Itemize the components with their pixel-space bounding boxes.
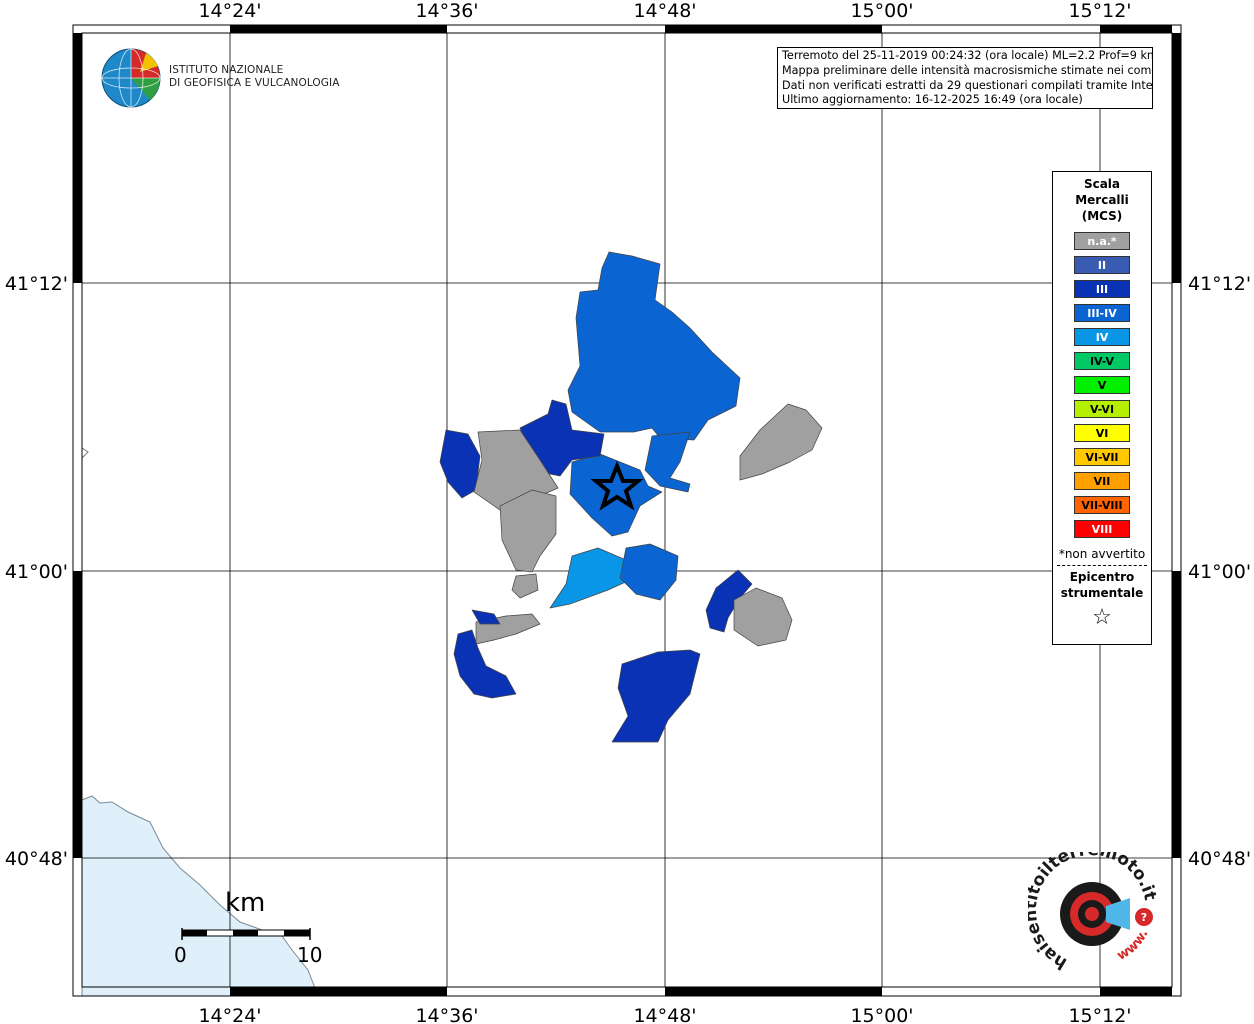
epicenter-legend-title: Epicentro strumentale (1053, 569, 1151, 601)
lon-label: 14°48' (633, 0, 696, 22)
municipality-north (567, 251, 741, 441)
legend-divider (1057, 565, 1147, 566)
svg-text:www.: www. (1115, 927, 1152, 963)
event-info-line: Dati non verificati estratti da 29 quest… (782, 78, 1153, 92)
legend-item: IV-V (1074, 352, 1130, 370)
legend-item: VIII (1074, 520, 1130, 538)
scale-end: 10 (297, 943, 323, 967)
ingv-logo-icon (101, 48, 161, 108)
lon-label: 14°24' (198, 1005, 261, 1024)
lon-labels-top: 14°24' 14°36' 14°48' 15°00' 15°12' (198, 0, 1131, 22)
legend-item: VII (1074, 472, 1130, 490)
svg-text:haisentitoilterremoto.it: haisentitoilterremoto.it (1028, 852, 1160, 973)
legend-title: Scala Mercalli (MCS) (1053, 176, 1151, 224)
legend-item: VI (1074, 424, 1130, 442)
lat-label: 41°12' (5, 273, 68, 295)
event-info-box: Terremoto del 25-11-2019 00:24:32 (ora l… (777, 47, 1153, 109)
legend-item: III (1074, 280, 1130, 298)
municipality-grey-small (511, 573, 539, 599)
scale-unit: km (225, 888, 266, 918)
lat-label: 41°00' (1188, 561, 1251, 583)
sea-area (81, 795, 319, 997)
lat-label: 41°00' (5, 561, 68, 583)
lon-labels-bottom: 14°24' 14°36' 14°48' 15°00' 15°12' (198, 1005, 1131, 1024)
haisentito-brand-text: haisentitoilterremoto.it www. (1028, 852, 1160, 973)
brand-url: www. (1115, 927, 1152, 963)
epicenter-legend-line: strumentale (1060, 586, 1144, 600)
municipality-iii-iv-south (619, 543, 679, 601)
event-info-line: Terremoto del 25-11-2019 00:24:32 (ora l… (782, 49, 1153, 62)
legend-title-line: Mercalli (1075, 193, 1129, 207)
event-info-line: Mappa preliminare delle intensità macros… (782, 63, 1153, 77)
municipality-far-west (439, 429, 481, 499)
legend-item: IV (1074, 328, 1130, 346)
legend-item: II (1074, 256, 1130, 274)
institute-name: ISTITUTO NAZIONALE DI GEOFISICA E VULCAN… (169, 64, 340, 90)
lat-labels-right: 41°12' 41°00' 40°48' (1188, 273, 1251, 870)
legend-note: *non avvertito (1058, 547, 1146, 561)
lon-label: 14°48' (633, 1005, 696, 1024)
legend-title-line: Scala (1083, 177, 1121, 191)
municipality-south-big (611, 649, 701, 743)
legend-item: III-IV (1074, 304, 1130, 322)
lon-label: 15°12' (1068, 0, 1131, 22)
legend-item: n.a.* (1074, 232, 1130, 250)
coast-fragment (81, 447, 89, 460)
municipalities (439, 251, 823, 743)
legend-items: n.a.* II III III-IV IV IV-V V V-VI VI VI-VII VII VI… (1053, 232, 1151, 538)
mercalli-legend: Scala Mercalli (MCS) n.a.* II III III-IV IV I… (1052, 171, 1152, 645)
legend-item: VI-VII (1074, 448, 1130, 466)
lon-label: 14°24' (198, 0, 261, 22)
legend-title-line: (MCS) (1081, 209, 1123, 223)
scale-start: 0 (174, 943, 187, 967)
brand-text: haisentitoilterremoto.it (1028, 852, 1160, 973)
epicenter-star-icon: ☆ (1092, 605, 1112, 630)
lon-label: 15°00' (850, 1005, 913, 1024)
municipality-grey-east (739, 403, 823, 481)
institute-name-line: ISTITUTO NAZIONALE (169, 64, 284, 76)
epicenter-legend-line: Epicentro (1069, 570, 1135, 584)
municipality-grey-south (499, 489, 557, 573)
municipality-iv (549, 547, 631, 609)
lon-label: 15°00' (850, 0, 913, 22)
lat-label: 40°48' (1188, 848, 1251, 870)
lon-label: 15°12' (1068, 1005, 1131, 1024)
lon-label: 14°36' (415, 0, 478, 22)
lat-label: 41°12' (1188, 273, 1251, 295)
municipality-east-grey (733, 587, 793, 647)
legend-item: V-VI (1074, 400, 1130, 418)
lat-label: 40°48' (5, 848, 68, 870)
legend-item: VII-VIII (1074, 496, 1130, 514)
legend-item: V (1074, 376, 1130, 394)
lon-label: 14°36' (415, 1005, 478, 1024)
municipality-east-finger (644, 431, 691, 493)
institute-name-line: DI GEOFISICA E VULCANOLOGIA (169, 77, 340, 89)
event-info-line: Ultimo aggiornamento: 16-12-2025 16:49 (… (782, 93, 1083, 107)
lat-labels-left: 41°12' 41°00' 40°48' (5, 273, 68, 870)
